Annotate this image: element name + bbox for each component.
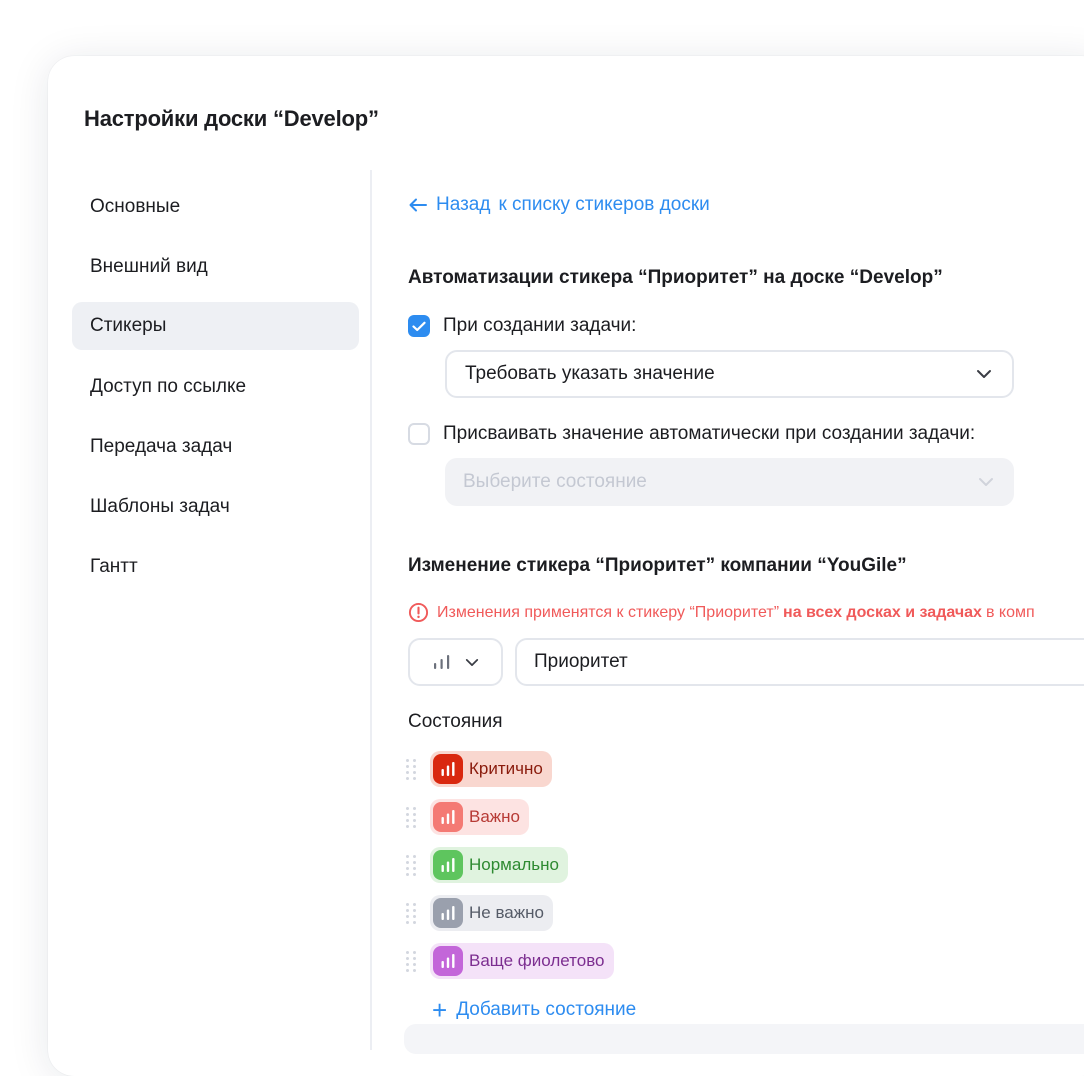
state-label: Важно	[469, 807, 521, 826]
sidebar-item-label: Стикеры	[90, 315, 167, 336]
back-label: к списку стикеров доски	[498, 194, 710, 215]
drag-handle-icon[interactable]	[404, 950, 418, 972]
sticker-name-value: Приоритет	[534, 651, 628, 672]
sidebar-item-link-access[interactable]: Доступ по ссылке	[72, 363, 359, 411]
back-link[interactable]: Назад к списку стикеров доски	[408, 194, 710, 216]
sidebar-item-label: Доступ по ссылке	[90, 376, 247, 397]
chevron-down-icon	[977, 370, 991, 378]
warning-tail: в комп	[985, 603, 1035, 621]
state-label: Ваще фиолетово	[469, 951, 605, 970]
warning-text: Изменения применятся к стикеру “Приорите…	[437, 603, 780, 621]
drag-handle-icon[interactable]	[404, 758, 418, 780]
state-row[interactable]: Важно	[404, 799, 530, 835]
state-row[interactable]: Нормально	[404, 847, 568, 883]
state-label: Нормально	[469, 855, 559, 874]
on-create-checkbox[interactable]	[408, 315, 430, 337]
drag-handle-icon[interactable]	[404, 854, 418, 876]
sidebar-item-appearance[interactable]: Внешний вид	[72, 243, 359, 291]
state-row[interactable]: Ваще фиолетово	[404, 943, 614, 979]
sticker-icon-select[interactable]	[408, 638, 503, 686]
chevron-down-icon	[465, 658, 478, 666]
select-placeholder: Выберите состояние	[463, 471, 647, 492]
auto-assign-label: Присваивать значение автоматически при с…	[443, 423, 976, 444]
state-row[interactable]: Критично	[404, 751, 552, 787]
state-label: Не важно	[469, 903, 544, 922]
sidebar-item-label: Внешний вид	[90, 256, 208, 277]
drag-handle-icon[interactable]	[404, 806, 418, 828]
edit-title: Изменение стикера “Приоритет” компании “…	[408, 555, 907, 576]
select-value: Требовать указать значение	[465, 363, 715, 384]
next-section-edge	[404, 1024, 1084, 1054]
states-label: Состояния	[408, 711, 503, 732]
auto-assign-checkbox[interactable]	[408, 423, 430, 445]
automation-title: Автоматизации стикера “Приоритет” на дос…	[408, 267, 943, 288]
sidebar-item-label: Основные	[90, 196, 181, 217]
bar-chart-icon	[433, 946, 463, 976]
sidebar-item-task-templates[interactable]: Шаблоны задач	[72, 483, 359, 531]
state-chip[interactable]: Важно	[430, 799, 530, 835]
sidebar-item-stickers[interactable]: Стикеры	[72, 302, 359, 350]
state-chip[interactable]: Ваще фиолетово	[430, 943, 614, 979]
auto-assign-row[interactable]: Присваивать значение автоматически при с…	[408, 423, 975, 445]
sidebar-item-label: Шаблоны задач	[90, 496, 230, 517]
bar-chart-icon	[433, 898, 463, 928]
warning-bold: на всех досках и задачах	[783, 603, 982, 621]
chevron-down-icon	[979, 478, 993, 486]
bar-chart-icon	[433, 802, 463, 832]
drag-handle-icon[interactable]	[404, 902, 418, 924]
sidebar-divider	[370, 170, 372, 1050]
auto-assign-select: Выберите состояние	[445, 458, 1014, 506]
sidebar-item-basic[interactable]: Основные	[72, 183, 359, 231]
state-chip[interactable]: Не важно	[430, 895, 553, 931]
plus-icon: +	[432, 995, 448, 1025]
state-row[interactable]: Не важно	[404, 895, 553, 931]
sidebar-item-task-transfer[interactable]: Передача задач	[72, 423, 359, 471]
alert-circle-icon	[408, 602, 429, 623]
warning-message: Изменения применятся к стикеру “Приорите…	[408, 602, 1035, 623]
check-icon	[412, 321, 426, 331]
on-create-row[interactable]: При создании задачи:	[408, 315, 636, 337]
add-state-button[interactable]: + Добавить состояние	[432, 997, 636, 1023]
sidebar-item-label: Передача задач	[90, 436, 233, 457]
sticker-name-input[interactable]: Приоритет	[515, 638, 1084, 686]
state-chip[interactable]: Критично	[430, 751, 552, 787]
arrow-left-icon	[409, 198, 427, 212]
on-create-select[interactable]: Требовать указать значение	[445, 350, 1014, 398]
bar-chart-icon	[433, 754, 463, 784]
state-chip[interactable]: Нормально	[430, 847, 568, 883]
state-label: Критично	[469, 759, 543, 778]
back-word: Назад	[436, 194, 491, 215]
bar-chart-icon	[433, 655, 449, 669]
sidebar-item-gantt[interactable]: Гантт	[72, 543, 359, 591]
sidebar-item-label: Гантт	[90, 556, 138, 577]
add-state-label: Добавить состояние	[456, 999, 637, 1020]
bar-chart-icon	[433, 850, 463, 880]
on-create-label: При создании задачи:	[443, 315, 637, 336]
page-title: Настройки доски “Develop”	[84, 106, 379, 131]
